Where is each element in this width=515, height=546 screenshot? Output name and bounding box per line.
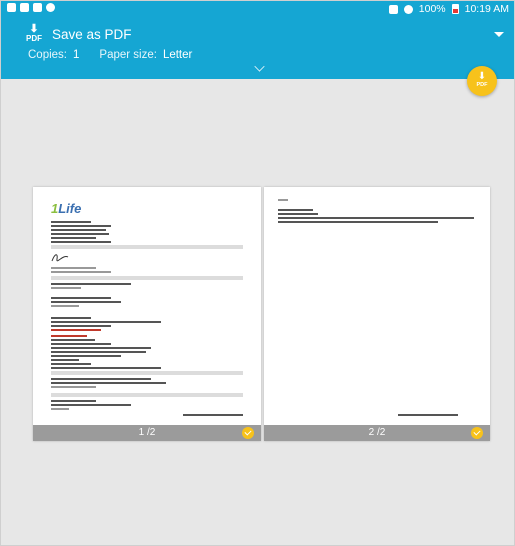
copies-label: Copies: [28, 49, 67, 61]
paper-size-label: Paper size: [99, 49, 157, 61]
status-bar: 100% 10:19 AM [1, 1, 514, 17]
signature-image [51, 254, 69, 262]
download-icon: ⬇ [477, 71, 487, 82]
printer-selector[interactable]: Save as PDF [52, 27, 132, 42]
page-number: 1 /2 [138, 427, 156, 438]
page-2-indicator-bar: 2 /2 [264, 425, 490, 441]
page-1-indicator-bar: 1 /2 [33, 425, 261, 441]
battery-icon [451, 4, 459, 14]
warning-icon [20, 3, 29, 12]
status-icons-left [7, 3, 55, 12]
print-preview-screen: 100% 10:19 AM ⬇ PDF Save as PDF Copies: … [0, 0, 515, 546]
print-options-summary[interactable]: Copies: 1 Paper size: Letter [28, 49, 206, 61]
page-selected-check-icon[interactable] [471, 427, 483, 439]
clock: 10:19 AM [464, 3, 509, 15]
wifi-icon [403, 4, 413, 14]
printer-dropdown-caret-icon[interactable] [494, 32, 504, 37]
wrench-icon [7, 3, 16, 12]
sync-icon [46, 3, 55, 12]
company-logo: 1Life [51, 201, 82, 216]
page-selected-check-icon[interactable] [242, 427, 254, 439]
print-toolbar: ⬇ PDF Save as PDF Copies: 1 Paper size: … [1, 17, 514, 79]
pdf-download-icon: ⬇ PDF [26, 23, 42, 43]
bluetooth-icon [388, 4, 398, 14]
status-icons-right: 100% 10:19 AM [388, 3, 509, 15]
copies-value[interactable]: 1 [73, 49, 79, 61]
save-pdf-button[interactable]: ⬇ PDF [467, 66, 497, 96]
video-icon [33, 3, 42, 12]
page-preview-1[interactable]: 1Life 1 /2 [33, 187, 261, 441]
page-number: 2 /2 [368, 427, 386, 438]
expand-options-chevron-icon[interactable] [254, 61, 265, 72]
paper-size-value[interactable]: Letter [163, 49, 192, 61]
battery-percent: 100% [418, 3, 446, 15]
page-preview-2[interactable]: 2 /2 [264, 187, 490, 441]
